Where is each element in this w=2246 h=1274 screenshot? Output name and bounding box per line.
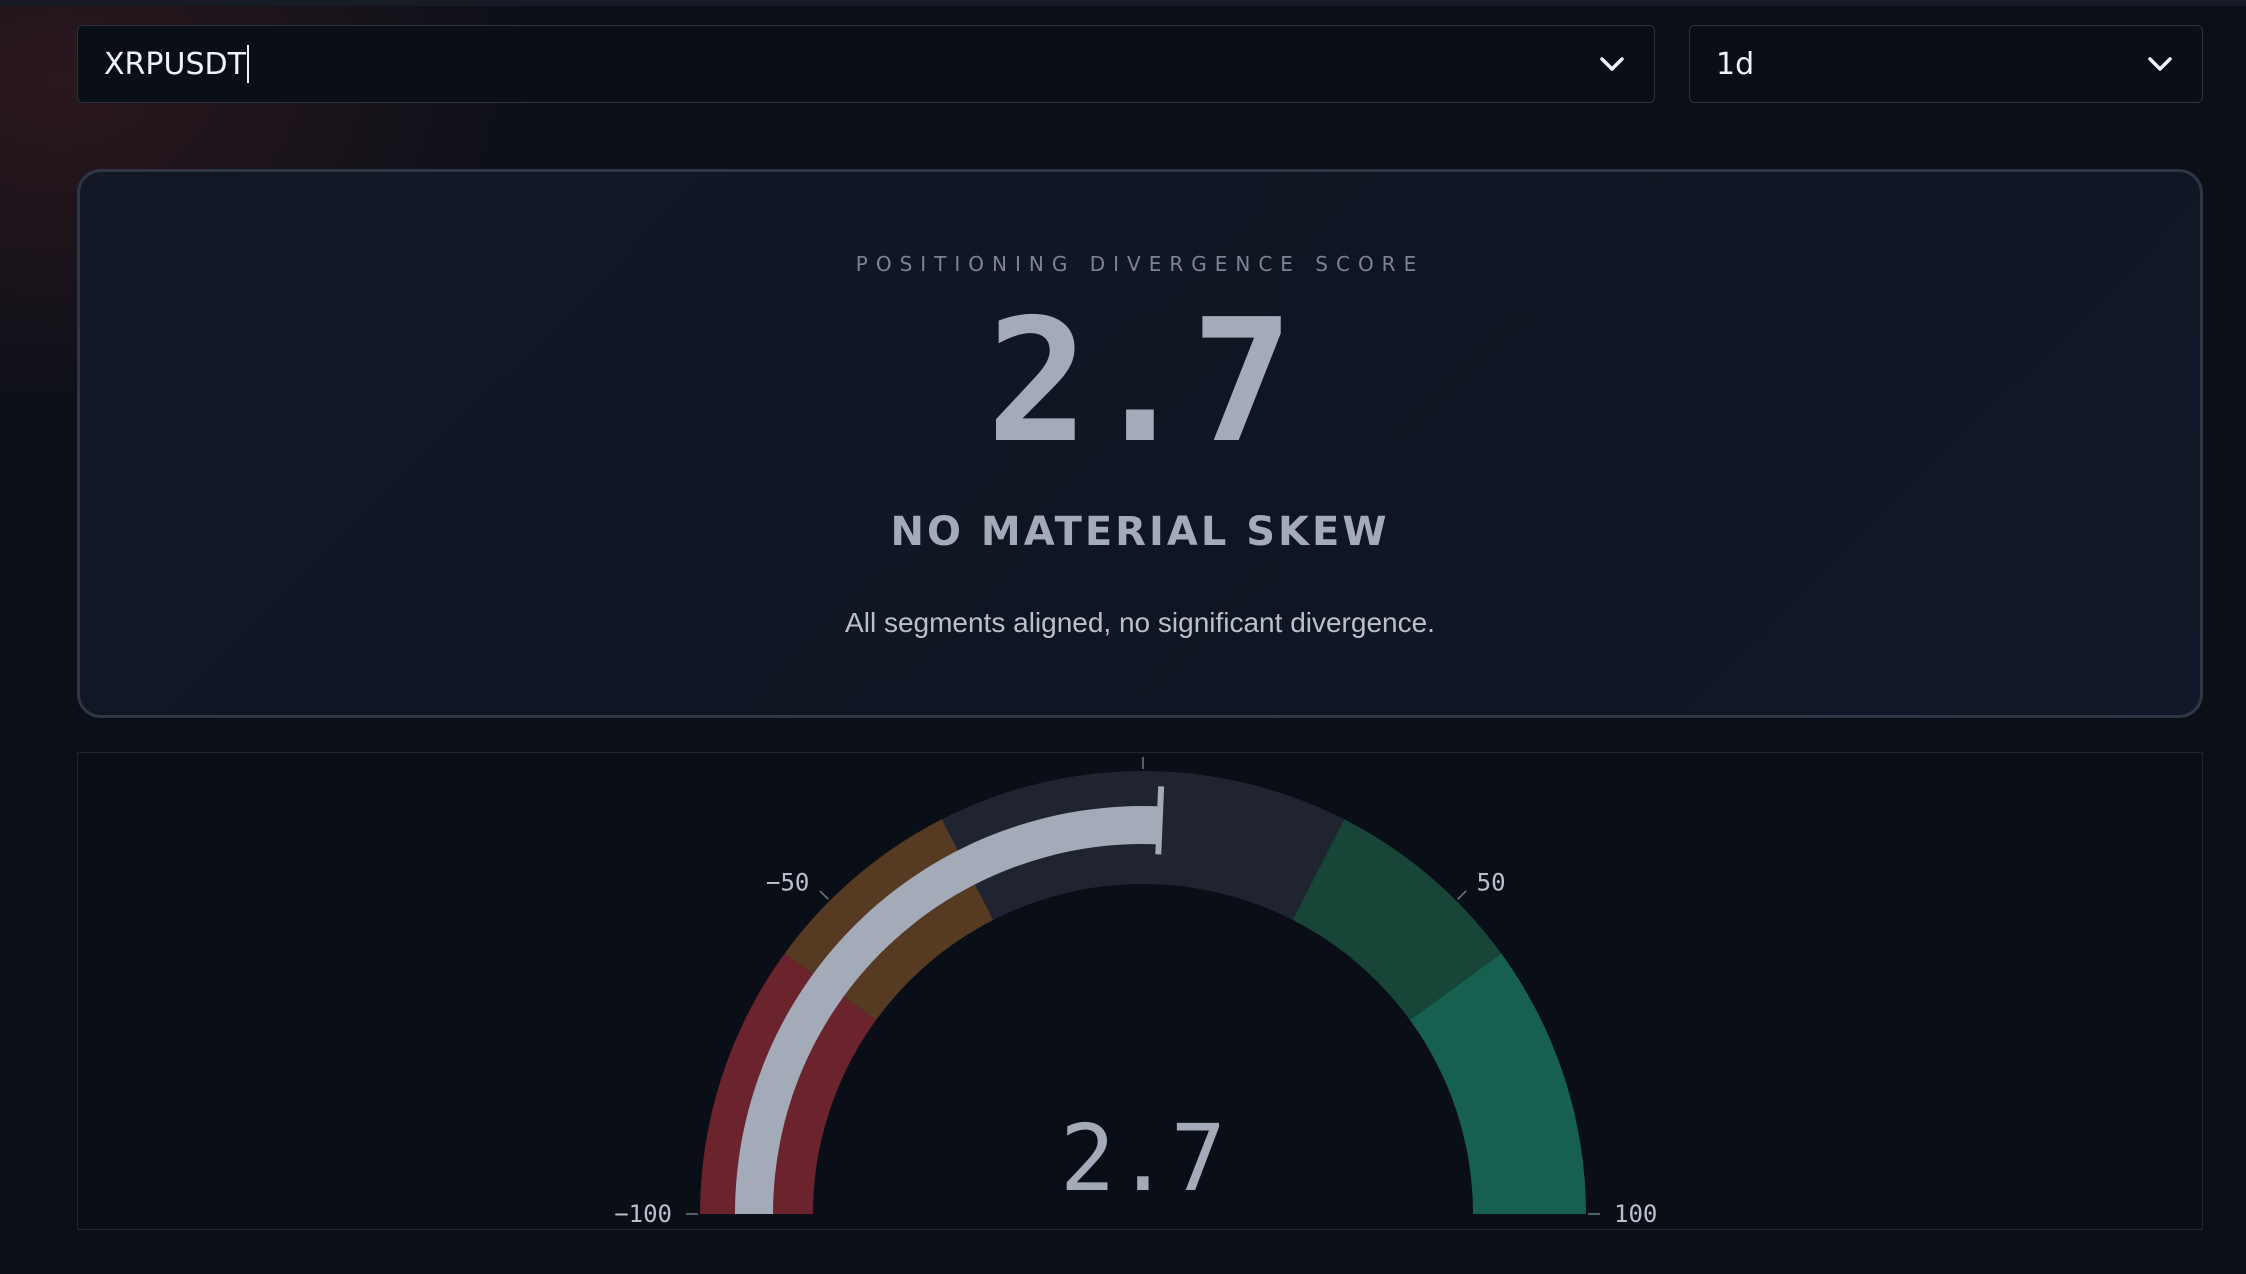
score-value: 2.7	[986, 283, 1294, 481]
page: XRPUSDT 1d POSITIONING DIVERGENCE SCORE …	[0, 0, 2246, 1274]
top-divider	[0, 0, 2246, 6]
gauge-value-text: 2.7	[1060, 1105, 1226, 1212]
gauge-tick-label: −50	[766, 868, 809, 896]
score-description: All segments aligned, no significant div…	[845, 607, 1435, 638]
gauge-panel: −100 −50 50 100 2.7	[77, 752, 2203, 1230]
score-label: POSITIONING DIVERGENCE SCORE	[855, 252, 1425, 276]
symbol-select[interactable]: XRPUSDT	[77, 25, 1655, 103]
chevron-down-icon[interactable]	[2146, 55, 2174, 73]
score-verdict: NO MATERIAL SKEW	[890, 509, 1390, 555]
gauge-tick-label: 100	[1614, 1200, 1657, 1228]
divergence-gauge: −100 −50 50 100 2.7	[614, 757, 1657, 1228]
divergence-score-card: POSITIONING DIVERGENCE SCORE 2.7 NO MATE…	[77, 169, 2203, 718]
interval-select-value: 1d	[1716, 46, 1755, 82]
chevron-down-icon[interactable]	[1598, 55, 1626, 73]
gauge-tick-mark	[819, 890, 829, 900]
gauge-tick-label: −100	[614, 1200, 672, 1228]
gauge-tick-mark	[1457, 890, 1467, 900]
gauge-tick-label: 50	[1477, 868, 1506, 896]
text-cursor	[246, 45, 249, 83]
interval-select[interactable]: 1d	[1689, 25, 2203, 103]
gauge-value-marker	[1155, 786, 1165, 855]
symbol-select-value: XRPUSDT	[104, 46, 246, 82]
